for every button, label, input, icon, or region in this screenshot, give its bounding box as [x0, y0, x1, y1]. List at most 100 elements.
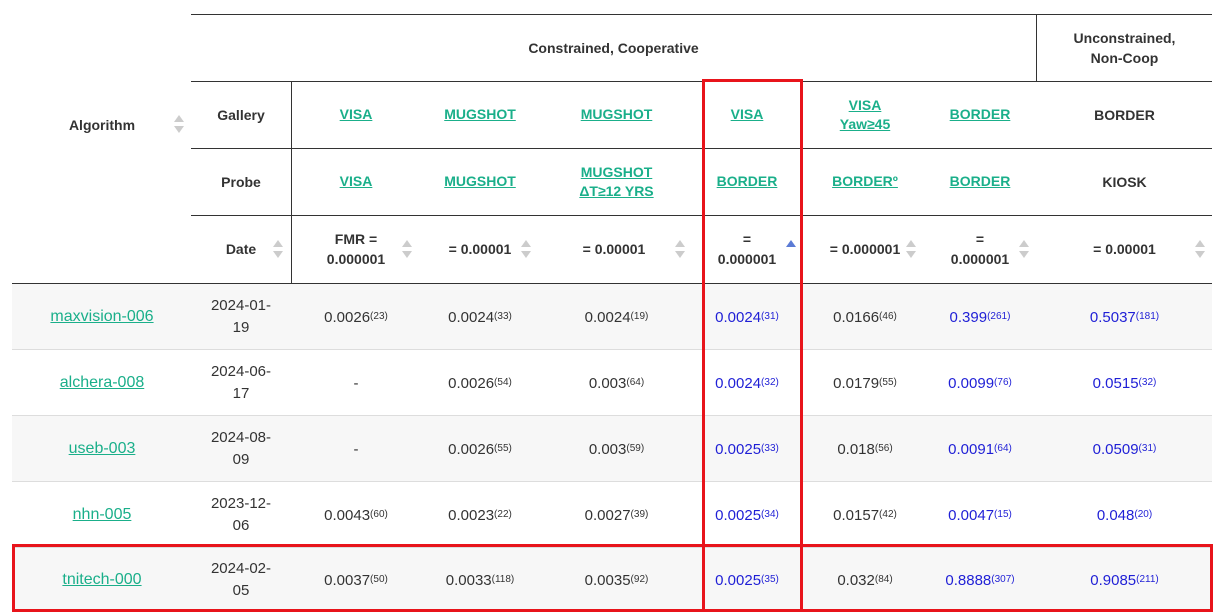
- col5-probe-link[interactable]: BORDERº: [832, 172, 898, 191]
- date-line1: 2024-02-: [210, 560, 272, 577]
- date-cell: 2024-01- 19: [191, 284, 291, 350]
- col5-gallery-link-2[interactable]: Yaw≥45: [840, 115, 891, 134]
- value-cell-col1: 0.0043 (60): [324, 506, 388, 524]
- value-text: -: [353, 374, 359, 392]
- col3-fmr-header[interactable]: = 0.00001: [539, 215, 689, 283]
- unconstrained-group-header: Unconstrained, Non-Coop: [1037, 14, 1212, 81]
- col3-sort-icon[interactable]: [675, 240, 685, 260]
- date-line2: 06: [232, 517, 250, 534]
- col3-probe[interactable]: MUGSHOT ΔT≥12 YRS: [539, 148, 694, 215]
- value-cell-col1: 0.0026 (23): [324, 308, 388, 326]
- value-text: 0.0024: [448, 308, 495, 326]
- algorithm-cell[interactable]: alchera-008: [12, 350, 192, 416]
- algorithm-link[interactable]: useb-003: [69, 440, 136, 458]
- date-line1: 2023-12-: [210, 495, 272, 512]
- date-cell: 2024-02- 05: [191, 548, 291, 612]
- value-cell-col3: 0.0024 (19): [584, 308, 649, 326]
- col2-probe[interactable]: MUGSHOT: [421, 148, 539, 215]
- col5-gallery[interactable]: VISA Yaw≥45: [800, 81, 930, 148]
- col2-probe-link[interactable]: MUGSHOT: [444, 172, 516, 191]
- algorithm-sort-icon[interactable]: [174, 115, 184, 135]
- algorithm-cell[interactable]: tnitech-000: [12, 548, 192, 612]
- col6-fmr-line1: =: [975, 231, 985, 247]
- col7-fmr-header[interactable]: = 0.00001: [1037, 215, 1212, 283]
- value-text: 0.0166: [833, 308, 880, 326]
- algorithm-cell[interactable]: nhn-005: [12, 482, 192, 548]
- value-text: 0.048: [1096, 506, 1135, 524]
- algorithm-cell[interactable]: maxvision-006: [12, 284, 192, 350]
- col4-probe-link[interactable]: BORDER: [717, 172, 778, 191]
- value-text: 0.0024: [715, 308, 762, 326]
- value-cell-col7: 0.048 (20): [1096, 506, 1153, 524]
- value-text: 0.0024: [715, 374, 762, 392]
- value-text: 0.0035: [584, 571, 631, 589]
- col3-gallery-link[interactable]: MUGSHOT: [581, 105, 653, 124]
- value-cell-col5: 0.0179 (55): [833, 374, 897, 392]
- col5-probe[interactable]: BORDERº: [800, 148, 930, 215]
- algorithm-header-label[interactable]: Algorithm: [12, 110, 192, 140]
- col1-sort-icon[interactable]: [402, 240, 412, 260]
- col3-probe-link-2[interactable]: ΔT≥12 YRS: [579, 182, 653, 201]
- col6-gallery[interactable]: BORDER: [930, 81, 1030, 148]
- date-sort-icon[interactable]: [273, 240, 283, 260]
- col4-sort-icon-active[interactable]: [786, 240, 796, 260]
- col7-sort-icon[interactable]: [1195, 240, 1205, 260]
- algorithm-cell[interactable]: useb-003: [12, 416, 192, 482]
- col3-gallery[interactable]: MUGSHOT: [539, 81, 694, 148]
- col6-probe-link[interactable]: BORDER: [950, 172, 1011, 191]
- value-cell-col5: 0.032 (84): [837, 571, 893, 589]
- col7-gallery: BORDER: [1094, 106, 1155, 123]
- value-cell-col3: 0.0027 (39): [584, 506, 649, 524]
- col1-gallery-link[interactable]: VISA: [340, 105, 373, 124]
- value-text: 0.003: [588, 440, 627, 458]
- col5-gallery-link[interactable]: VISA: [849, 96, 882, 115]
- value-text: 0.5037: [1089, 308, 1136, 326]
- algorithm-link[interactable]: alchera-008: [60, 374, 145, 392]
- col4-gallery[interactable]: VISA: [694, 81, 800, 148]
- col1-fmr-header[interactable]: FMR = 0.000001: [300, 215, 412, 283]
- algorithm-link[interactable]: maxvision-006: [50, 308, 153, 326]
- value-cell-col2: 0.0026 (54): [448, 374, 512, 392]
- value-cell-col3: 0.003 (64): [588, 374, 645, 392]
- col3-probe-link[interactable]: MUGSHOT: [581, 163, 653, 182]
- col4-fmr-header[interactable]: = 0.000001: [694, 215, 800, 283]
- col2-gallery[interactable]: MUGSHOT: [421, 81, 539, 148]
- col2-sort-icon[interactable]: [521, 240, 531, 260]
- date-cell: 2023-12- 06: [191, 482, 291, 548]
- algorithm-link[interactable]: tnitech-000: [62, 571, 141, 589]
- col1-gallery[interactable]: VISA: [291, 81, 421, 148]
- date-cell: 2024-06- 17: [191, 350, 291, 416]
- value-text: 0.8888: [945, 571, 992, 589]
- col4-gallery-link[interactable]: VISA: [731, 105, 764, 124]
- col6-sort-icon[interactable]: [1019, 240, 1029, 260]
- col1-probe-link[interactable]: VISA: [340, 172, 373, 191]
- algorithm-link[interactable]: nhn-005: [73, 506, 132, 524]
- value-cell-col4: 0.0025 (34): [715, 506, 779, 524]
- value-cell-col1: -: [291, 350, 421, 416]
- value-cell-col6: 0.0047 (15): [948, 506, 1012, 524]
- value-cell-col3: 0.003 (59): [588, 440, 645, 458]
- value-text: 0.0024: [584, 308, 631, 326]
- col6-probe[interactable]: BORDER: [930, 148, 1030, 215]
- date-line2: 05: [232, 582, 250, 599]
- value-cell-col7: 0.9085 (211): [1090, 571, 1159, 589]
- value-text: 0.032: [837, 571, 875, 589]
- date-line2: 09: [232, 451, 250, 468]
- col6-gallery-link[interactable]: BORDER: [950, 105, 1011, 124]
- value-text: 0.0043: [324, 506, 371, 524]
- value-text: 0.0091: [948, 440, 995, 458]
- col6-fmr-header[interactable]: = 0.000001: [930, 215, 1030, 283]
- col1-probe[interactable]: VISA: [291, 148, 421, 215]
- date-line1: 2024-06-: [210, 363, 272, 380]
- value-cell-col5: 0.0157 (42): [833, 506, 897, 524]
- col4-probe[interactable]: BORDER: [694, 148, 800, 215]
- value-text: 0.0047: [948, 506, 995, 524]
- col7-probe: KIOSK: [1102, 173, 1147, 190]
- col2-gallery-link[interactable]: MUGSHOT: [444, 105, 516, 124]
- col5-sort-icon[interactable]: [906, 240, 916, 260]
- value-cell-col7: 0.0509 (31): [1092, 440, 1157, 458]
- value-text: 0.0027: [584, 506, 631, 524]
- value-text: 0.0033: [445, 571, 492, 589]
- date-line1: 2024-01-: [210, 297, 272, 314]
- value-text: 0.003: [588, 374, 627, 392]
